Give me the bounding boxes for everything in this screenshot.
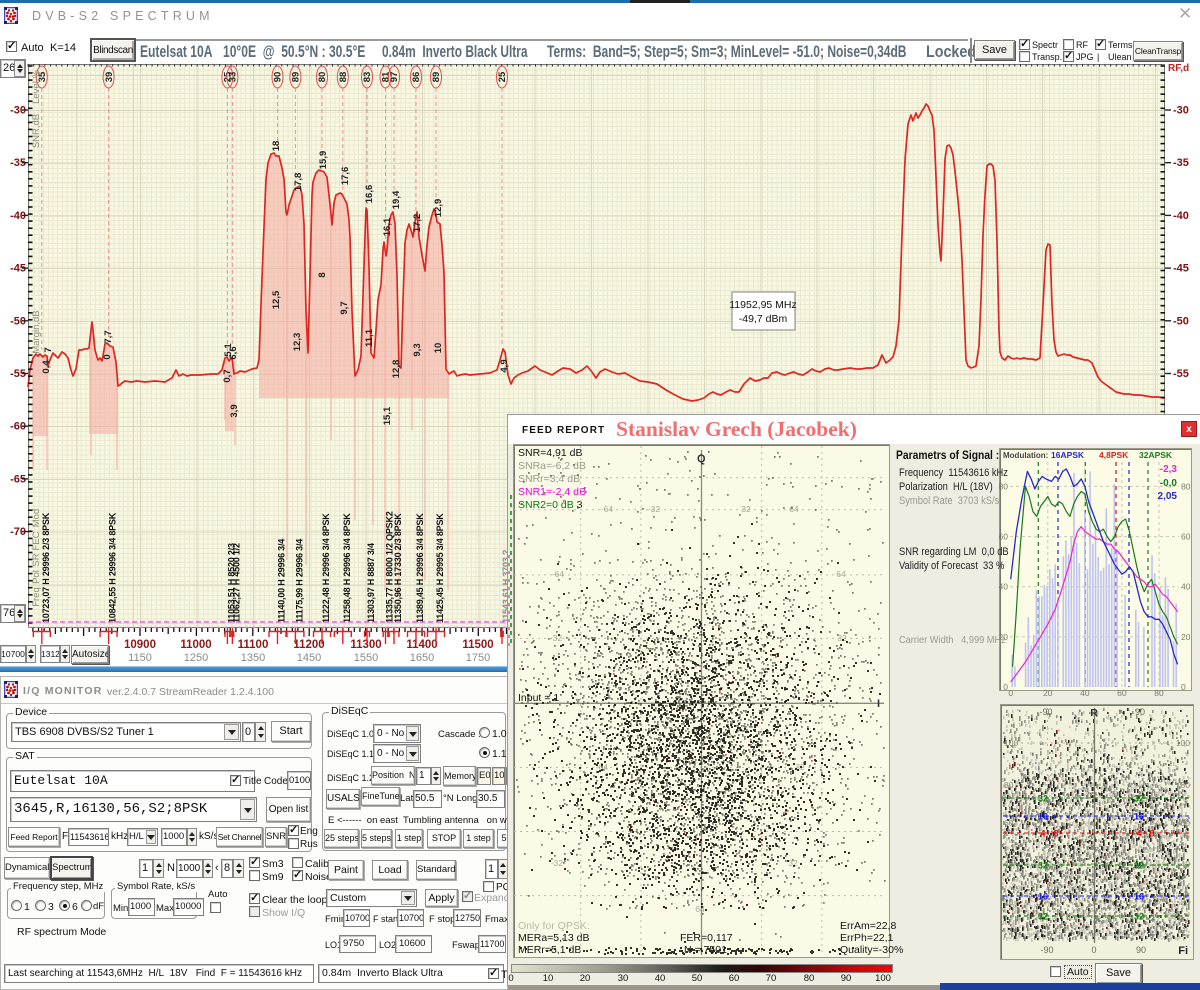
svg-text:100: 100: [875, 973, 891, 984]
svg-text:90: 90: [841, 973, 852, 984]
svg-text:50: 50: [692, 973, 703, 984]
svg-text:0: 0: [508, 973, 513, 984]
svg-text:70: 70: [766, 973, 777, 984]
svg-text:80: 80: [804, 973, 815, 984]
svg-text:20: 20: [580, 973, 591, 984]
svg-text:40: 40: [655, 973, 666, 984]
svg-text:30: 30: [618, 973, 629, 984]
svg-text:10: 10: [543, 973, 554, 984]
svg-text:60: 60: [729, 973, 740, 984]
